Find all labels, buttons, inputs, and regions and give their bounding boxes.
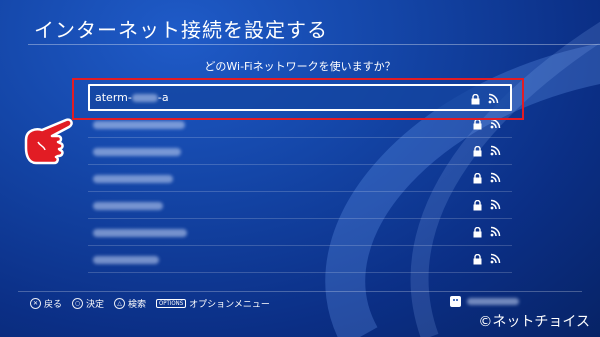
wifi-signal-icon bbox=[490, 226, 501, 237]
ssid-redacted bbox=[93, 174, 173, 183]
lock-icon bbox=[473, 119, 482, 130]
lock-icon bbox=[473, 200, 482, 211]
network-ssid bbox=[93, 226, 187, 239]
triangle-button-icon: △ bbox=[114, 298, 126, 309]
lock-icon bbox=[473, 227, 482, 238]
options-label: オプションメニュー bbox=[189, 300, 270, 310]
network-row[interactable] bbox=[88, 219, 512, 246]
title-divider bbox=[28, 44, 600, 45]
network-ssid bbox=[93, 253, 159, 266]
network-row[interactable] bbox=[88, 192, 512, 219]
search-label: 検索 bbox=[128, 300, 147, 310]
username-redacted bbox=[467, 298, 519, 305]
network-ssid bbox=[93, 199, 163, 212]
back-label: 戻る bbox=[44, 300, 63, 310]
copyright-watermark: ©ネットチョイス bbox=[478, 314, 590, 330]
network-row[interactable] bbox=[88, 246, 512, 273]
network-ssid bbox=[93, 145, 181, 158]
options-hint[interactable]: OPTIONS オプションメニュー bbox=[156, 297, 270, 310]
network-question: どのWi-Fiネットワークを使いますか？ bbox=[204, 60, 396, 73]
ok-label: 決定 bbox=[86, 300, 105, 310]
user-indicator bbox=[450, 296, 519, 307]
controller-legend: ✕ 戻る ○ 決定 △ 検索 OPTIONS オプションメニュー bbox=[30, 297, 280, 310]
network-row[interactable] bbox=[88, 138, 512, 165]
cross-button-icon: ✕ bbox=[30, 298, 41, 309]
wifi-signal-icon bbox=[490, 145, 501, 156]
wifi-signal-icon bbox=[490, 199, 501, 210]
circle-button-icon: ○ bbox=[72, 298, 84, 309]
ssid-redacted bbox=[93, 228, 187, 237]
pointing-hand-icon bbox=[24, 118, 73, 165]
page-title: インターネット接続を設定する bbox=[34, 18, 328, 42]
back-hint[interactable]: ✕ 戻る bbox=[30, 297, 62, 310]
lock-icon bbox=[473, 146, 482, 157]
network-row[interactable] bbox=[88, 165, 512, 192]
footer-divider bbox=[18, 291, 582, 292]
wifi-signal-icon bbox=[490, 172, 501, 183]
ssid-redacted bbox=[93, 255, 159, 264]
avatar bbox=[450, 296, 461, 307]
network-ssid bbox=[93, 172, 173, 185]
options-button-icon: OPTIONS bbox=[156, 299, 187, 308]
ssid-redacted bbox=[93, 201, 163, 210]
ssid-redacted bbox=[93, 147, 181, 156]
lock-icon bbox=[473, 254, 482, 265]
ok-hint[interactable]: ○ 決定 bbox=[72, 297, 104, 310]
wifi-signal-icon bbox=[490, 253, 501, 264]
search-hint[interactable]: △ 検索 bbox=[114, 297, 146, 310]
ssid-redacted bbox=[93, 120, 185, 129]
lock-icon bbox=[473, 173, 482, 184]
highlight-annotation-box bbox=[72, 78, 524, 120]
